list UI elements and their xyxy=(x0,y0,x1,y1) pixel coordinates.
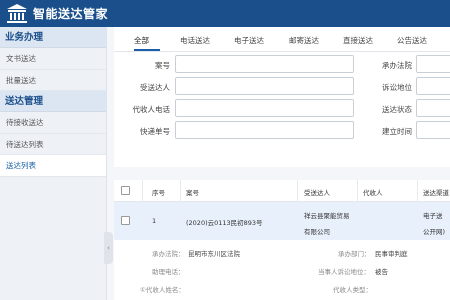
case-no-label: 案号 xyxy=(155,61,170,70)
table-header: 序号 案号 受送达人 代收人 送达渠道 xyxy=(114,180,450,202)
court-label: 承办法院 xyxy=(382,61,412,70)
header-agent: 代收人 xyxy=(363,189,383,197)
column-separator xyxy=(357,180,358,202)
tab-mail[interactable]: 邮寄送达 xyxy=(289,35,319,46)
active-tab-indicator xyxy=(134,49,160,51)
tab-electronic[interactable]: 电子送达 xyxy=(234,35,264,46)
court-select[interactable] xyxy=(416,55,450,73)
tab-all[interactable]: 全部 xyxy=(134,35,149,46)
courthouse-icon xyxy=(6,3,28,24)
agent-phone-label: 代收人电话 xyxy=(132,105,171,114)
app-title: 智能送达管家 xyxy=(33,7,109,21)
sidebar-item-delivery-list[interactable]: 送达列表 xyxy=(0,155,106,177)
sidebar-section-delivery-management[interactable]: 送达管理 xyxy=(0,91,106,112)
recipient-label: 受送达人 xyxy=(140,83,170,92)
court-detail-value: 昆明市东川区法院 xyxy=(188,250,240,258)
table-row[interactable]: 1 (2020)云0113民初893号 祥云县聚能贸易 有限公司 电子送 公开网… xyxy=(114,202,450,240)
sidebar-item-document-delivery[interactable]: 文书送达 xyxy=(0,48,106,70)
header-channel: 送达渠道 xyxy=(423,189,449,197)
court-detail-label: 承办法院： xyxy=(152,250,185,258)
created-time-input[interactable] xyxy=(416,121,450,139)
agent-type-label: 代收人类型： xyxy=(333,286,372,294)
row-index: 1 xyxy=(152,217,157,225)
sidebar: 业务办理 文书送达 批量送达 送达管理 待接收送达 待送达列表 送达列表 xyxy=(0,27,107,300)
party-status-value: 被告 xyxy=(375,268,388,276)
litigation-status-label: 诉讼地位 xyxy=(382,83,412,92)
sidebar-item-batch-delivery[interactable]: 批量送达 xyxy=(0,70,106,91)
search-panel: 全部 电话送达 电子送达 邮寄送达 直接送达 公告送达 案号 受送达人 代收人电… xyxy=(114,27,450,167)
tab-direct[interactable]: 直接送达 xyxy=(343,35,373,46)
sidebar-item-pending-receive[interactable]: 待接收送达 xyxy=(0,112,106,134)
row-channel-line1: 电子送 xyxy=(423,212,443,220)
header-index: 序号 xyxy=(152,189,165,197)
department-detail-value: 民事审判庭 xyxy=(375,250,408,258)
delivery-status-select[interactable] xyxy=(416,99,450,117)
sidebar-collapse-handle[interactable]: ‹ xyxy=(104,232,113,264)
clerk-phone-label: 助理电话： xyxy=(152,268,185,276)
header-recipient: 受送达人 xyxy=(304,189,330,197)
recipient-input[interactable] xyxy=(175,77,354,95)
column-separator xyxy=(417,180,418,202)
party-status-label: 当事人诉讼地位： xyxy=(318,268,370,276)
agent-phone-input[interactable] xyxy=(175,99,354,117)
row-channel-line2: 公开网) xyxy=(423,228,446,236)
row-detail: 承办法院： 昆明市东川区法院 承办部门： 民事审判庭 助理电话： 当事人诉讼地位… xyxy=(114,240,450,300)
tab-announcement[interactable]: 公告送达 xyxy=(397,35,427,46)
column-separator xyxy=(297,180,298,202)
column-separator xyxy=(142,180,143,202)
row-recipient-line2: 有限公司 xyxy=(304,228,330,236)
header-case-no: 案号 xyxy=(186,189,199,197)
results-table: 序号 案号 受送达人 代收人 送达渠道 1 (2020)云0113民初893号 … xyxy=(114,180,450,300)
tracking-no-input[interactable] xyxy=(175,121,354,139)
row-case-no: (2020)云0113民初893号 xyxy=(186,219,263,227)
select-all-checkbox[interactable] xyxy=(121,186,130,195)
tracking-no-label: 快递单号 xyxy=(140,127,170,136)
sidebar-section-business[interactable]: 业务办理 xyxy=(0,27,106,48)
sidebar-item-pending-delivery[interactable]: 待送达列表 xyxy=(0,134,106,155)
row-checkbox[interactable] xyxy=(121,216,130,225)
agent-name-label: ①代收人姓名： xyxy=(140,286,185,294)
case-no-input[interactable] xyxy=(175,55,354,73)
app-root: 智能送达管家 业务办理 文书送达 批量送达 送达管理 待接收送达 待送达列表 送… xyxy=(0,0,450,300)
column-separator xyxy=(180,180,181,202)
created-time-label: 建立时间 xyxy=(382,127,412,136)
row-recipient-line1: 祥云县聚能贸易 xyxy=(304,212,350,220)
tab-phone[interactable]: 电话送达 xyxy=(180,35,210,46)
department-detail-label: 承办部门： xyxy=(338,250,371,258)
delivery-status-label: 送达状态 xyxy=(382,105,412,114)
app-header: 智能送达管家 xyxy=(0,0,450,27)
channel-tabs: 全部 电话送达 电子送达 邮寄送达 直接送达 公告送达 xyxy=(114,27,450,52)
litigation-status-select[interactable] xyxy=(416,77,450,95)
